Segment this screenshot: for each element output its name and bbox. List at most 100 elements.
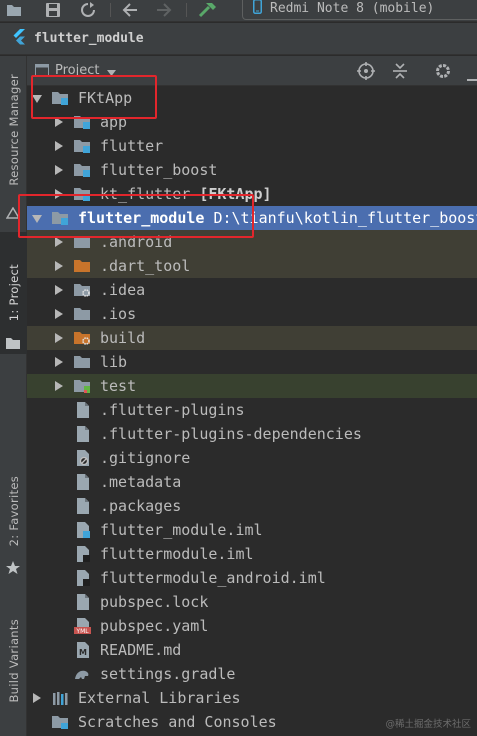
chevron-down-icon	[107, 61, 117, 80]
collapse-all-icon[interactable]	[391, 62, 409, 84]
tree-item-name: .gitignore	[100, 449, 191, 467]
iml-file-icon	[74, 570, 91, 586]
file-icon	[74, 474, 91, 490]
tab-favorites[interactable]: 2: Favorites	[0, 458, 27, 564]
tree-item-label: kt_flutter [FKtApp]	[100, 184, 272, 204]
project-view-icon	[35, 61, 49, 80]
chevron-right-icon[interactable]	[55, 237, 63, 247]
tree-row[interactable]: flutter	[27, 134, 477, 158]
tree-row[interactable]: test	[27, 374, 477, 398]
svg-text:M: M	[79, 648, 87, 657]
tree-row[interactable]: .dart_tool	[27, 254, 477, 278]
module-folder-icon	[74, 186, 91, 202]
tree-row[interactable]: .idea	[27, 278, 477, 302]
tree-item-name: flutter_boost	[100, 161, 218, 179]
tree-row[interactable]: flutter_boost	[27, 158, 477, 182]
tree-row[interactable]: kt_flutter [FKtApp]	[27, 182, 477, 206]
svg-text:YML: YML	[75, 628, 89, 634]
settings-folder-icon	[74, 282, 91, 298]
tree-row[interactable]: settings.gradle	[27, 662, 477, 686]
tree-row[interactable]: .flutter-plugins-dependencies	[27, 422, 477, 446]
chevron-right-icon[interactable]	[55, 141, 63, 151]
gear-icon[interactable]	[434, 62, 452, 84]
tab-build-variants[interactable]: Build Variants	[0, 602, 27, 720]
tree-row[interactable]: build	[27, 326, 477, 350]
markdown-file-icon: M	[74, 642, 91, 658]
tree-item-label: flutter_boost	[100, 160, 217, 180]
tree-row[interactable]: .packages	[27, 494, 477, 518]
tree-row[interactable]: FKtApp	[27, 86, 477, 110]
tree-item-name: app	[100, 113, 128, 131]
project-panel-header: Project	[27, 56, 477, 86]
excluded-folder-icon	[74, 258, 91, 274]
tree-row[interactable]: .gitignore	[27, 446, 477, 470]
test-folder-icon	[74, 378, 91, 394]
tree-row[interactable]: app	[27, 110, 477, 134]
build-hammer-icon[interactable]	[196, 0, 220, 20]
chevron-right-icon[interactable]	[33, 693, 41, 703]
tree-row[interactable]: pubspec.lock	[27, 590, 477, 614]
tree-item-name: .flutter-plugins-dependencies	[100, 425, 362, 443]
project-view-dropdown[interactable]: Project	[27, 61, 117, 80]
minimize-icon[interactable]	[467, 68, 477, 87]
tree-item-name: build	[100, 329, 146, 347]
tree-item-label: FKtApp	[78, 88, 132, 108]
chevron-right-icon[interactable]	[55, 189, 63, 199]
tree-item-label: pubspec.lock	[100, 592, 208, 612]
tree-row[interactable]: .ios	[27, 302, 477, 326]
tree-item-label: README.md	[100, 640, 181, 660]
module-folder-icon	[74, 162, 91, 178]
tree-row[interactable]: M README.md	[27, 638, 477, 662]
tab-favorites-label: 2: Favorites	[6, 475, 21, 547]
chevron-right-icon[interactable]	[55, 357, 63, 367]
chevron-down-icon[interactable]	[32, 215, 42, 223]
module-folder-icon	[52, 210, 69, 226]
file-icon	[74, 594, 91, 610]
chevron-right-icon[interactable]	[55, 285, 63, 295]
tree-row[interactable]: lib	[27, 350, 477, 374]
libraries-icon	[52, 690, 69, 706]
chevron-right-icon[interactable]	[55, 381, 63, 391]
forward-arrow-icon[interactable]	[154, 0, 174, 20]
tree-item-name: flutter_module	[78, 209, 205, 227]
save-icon[interactable]	[44, 0, 62, 20]
tree-item-label: External Libraries	[78, 688, 241, 708]
locate-crosshair-icon[interactable]	[357, 62, 375, 84]
sync-icon[interactable]	[78, 0, 98, 20]
tree-item-name: README.md	[100, 641, 182, 659]
module-folder-icon	[74, 138, 91, 154]
device-selector[interactable]: Redmi Note 8 (mobile)	[242, 0, 477, 20]
tree-row[interactable]: .metadata	[27, 470, 477, 494]
breadcrumb: flutter_module	[0, 23, 477, 55]
chevron-right-icon[interactable]	[55, 309, 63, 319]
folder-icon	[74, 234, 91, 250]
back-arrow-icon[interactable]	[120, 0, 140, 20]
tree-item-label: .metadata	[100, 472, 181, 492]
star-icon	[6, 560, 20, 579]
tree-row[interactable]: fluttermodule.iml	[27, 542, 477, 566]
tree-item-name: flutter	[100, 137, 164, 155]
tree-item-label: Scratches and Consoles	[78, 712, 277, 732]
tree-item-label: .gitignore	[100, 448, 190, 468]
tree-row[interactable]: External Libraries	[27, 686, 477, 710]
gradle-icon	[74, 666, 91, 682]
chevron-down-icon[interactable]	[32, 95, 42, 103]
tree-row[interactable]: flutter_module.iml	[27, 518, 477, 542]
tree-row[interactable]: flutter_module D:\tianfu\kotlin_flutter_b…	[27, 206, 477, 230]
chevron-right-icon[interactable]	[55, 117, 63, 127]
folder-icon	[74, 306, 91, 322]
tree-row[interactable]: YML pubspec.yaml	[27, 614, 477, 638]
tree-row[interactable]: .android	[27, 230, 477, 254]
chevron-right-icon[interactable]	[55, 261, 63, 271]
tab-resource-manager[interactable]: Resource Manager	[0, 56, 27, 204]
chevron-right-icon[interactable]	[55, 165, 63, 175]
tab-build-variants-label: Build Variants	[6, 619, 21, 703]
tree-row[interactable]: fluttermodule_android.iml	[27, 566, 477, 590]
breadcrumb-item-module[interactable]: flutter_module	[34, 31, 144, 46]
open-folder-icon[interactable]	[6, 0, 22, 20]
tree-item-name: pubspec.lock	[100, 593, 209, 611]
tree-item-label: flutter_module.iml	[100, 520, 263, 540]
tree-row[interactable]: .flutter-plugins	[27, 398, 477, 422]
tab-resource-manager-label: Resource Manager	[6, 74, 21, 186]
chevron-right-icon[interactable]	[55, 333, 63, 343]
